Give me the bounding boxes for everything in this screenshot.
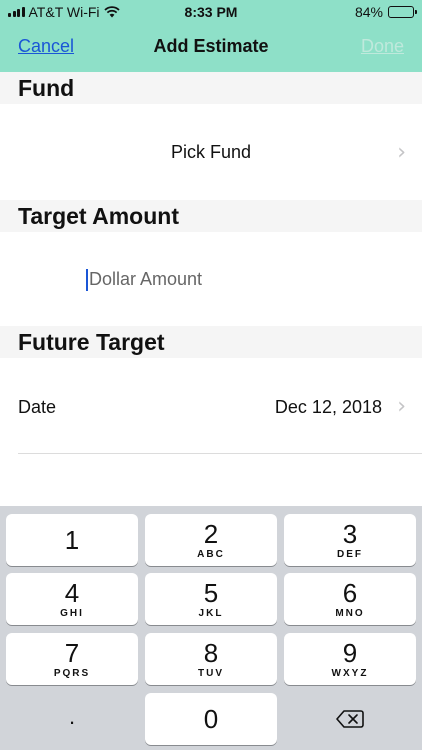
key-number: 5 [203,578,219,608]
key-letters: DEF [337,549,363,560]
key-9[interactable]: 9 WXYZ [284,633,416,685]
key-number: 0 [203,704,219,734]
key-number: 3 [342,519,358,549]
row-divider [18,453,422,454]
text-cursor [86,269,88,291]
dollar-amount-placeholder: Dollar Amount [89,269,203,289]
top-bar: AT&T Wi-Fi 8:33 PM 84% Cancel Add Estima… [0,0,422,72]
future-target-section-header: Future Target [0,326,422,358]
key-7[interactable]: 7 PQRS [6,633,138,685]
key-2[interactable]: 2 ABC [145,514,277,566]
key-number: 1 [64,525,80,555]
key-letters: ABC [197,549,225,560]
key-number: . [68,704,76,729]
fund-section-header: Fund [0,72,422,104]
key-number: 6 [342,578,358,608]
key-number: 9 [342,638,358,668]
key-6[interactable]: 6 MNO [284,573,416,625]
navigation-bar: Cancel Add Estimate Done [0,24,422,72]
status-bar: AT&T Wi-Fi 8:33 PM 84% [0,0,422,24]
chevron-right-icon: › [397,394,406,419]
key-4[interactable]: 4 GHI [6,573,138,625]
backspace-icon [336,710,364,728]
key-letters: MNO [335,608,365,619]
date-label: Date [18,397,57,417]
add-estimate-screen: AT&T Wi-Fi 8:33 PM 84% Cancel Add Estima… [0,0,422,750]
battery-icon [388,6,417,18]
pick-fund-label: Pick Fund [170,142,252,162]
key-letters: GHI [60,608,84,619]
target-amount-header-label: Target Amount [18,203,179,229]
key-number: 7 [64,638,80,668]
date-value: Dec 12, 2018 [274,397,382,417]
status-right: 84% [354,4,417,20]
key-letters: TUV [198,668,224,679]
key-letters: PQRS [53,668,91,679]
done-button[interactable]: Done [361,36,404,57]
key-number: 4 [64,578,80,608]
fund-header-label: Fund [18,75,75,101]
key-letters: WXYZ [331,668,369,679]
key-letters: JKL [198,608,224,619]
chevron-right-icon: › [397,140,406,165]
key-number: 2 [203,519,219,549]
battery-percent: 84% [354,4,383,20]
key-0[interactable]: 0 [145,693,277,745]
key-8[interactable]: 8 TUV [145,633,277,685]
key-decimal[interactable]: . [6,693,138,745]
key-3[interactable]: 3 DEF [284,514,416,566]
backspace-key[interactable] [284,693,416,745]
page-title: Add Estimate [153,36,269,56]
future-target-header-label: Future Target [18,329,165,355]
dollar-amount-input[interactable]: Dollar Amount [0,232,422,326]
pick-fund-row[interactable]: Pick Fund › [0,104,422,200]
key-5[interactable]: 5 JKL [145,573,277,625]
numeric-keypad: 1 2 ABC 3 DEF 4 GHI 5 JKL 6 MNO 7 PQRS 8… [0,506,422,750]
target-amount-section-header: Target Amount [0,200,422,232]
date-row[interactable]: Date Dec 12, 2018 › [0,358,422,454]
key-number: 8 [203,638,219,668]
key-1[interactable]: 1 [6,514,138,566]
